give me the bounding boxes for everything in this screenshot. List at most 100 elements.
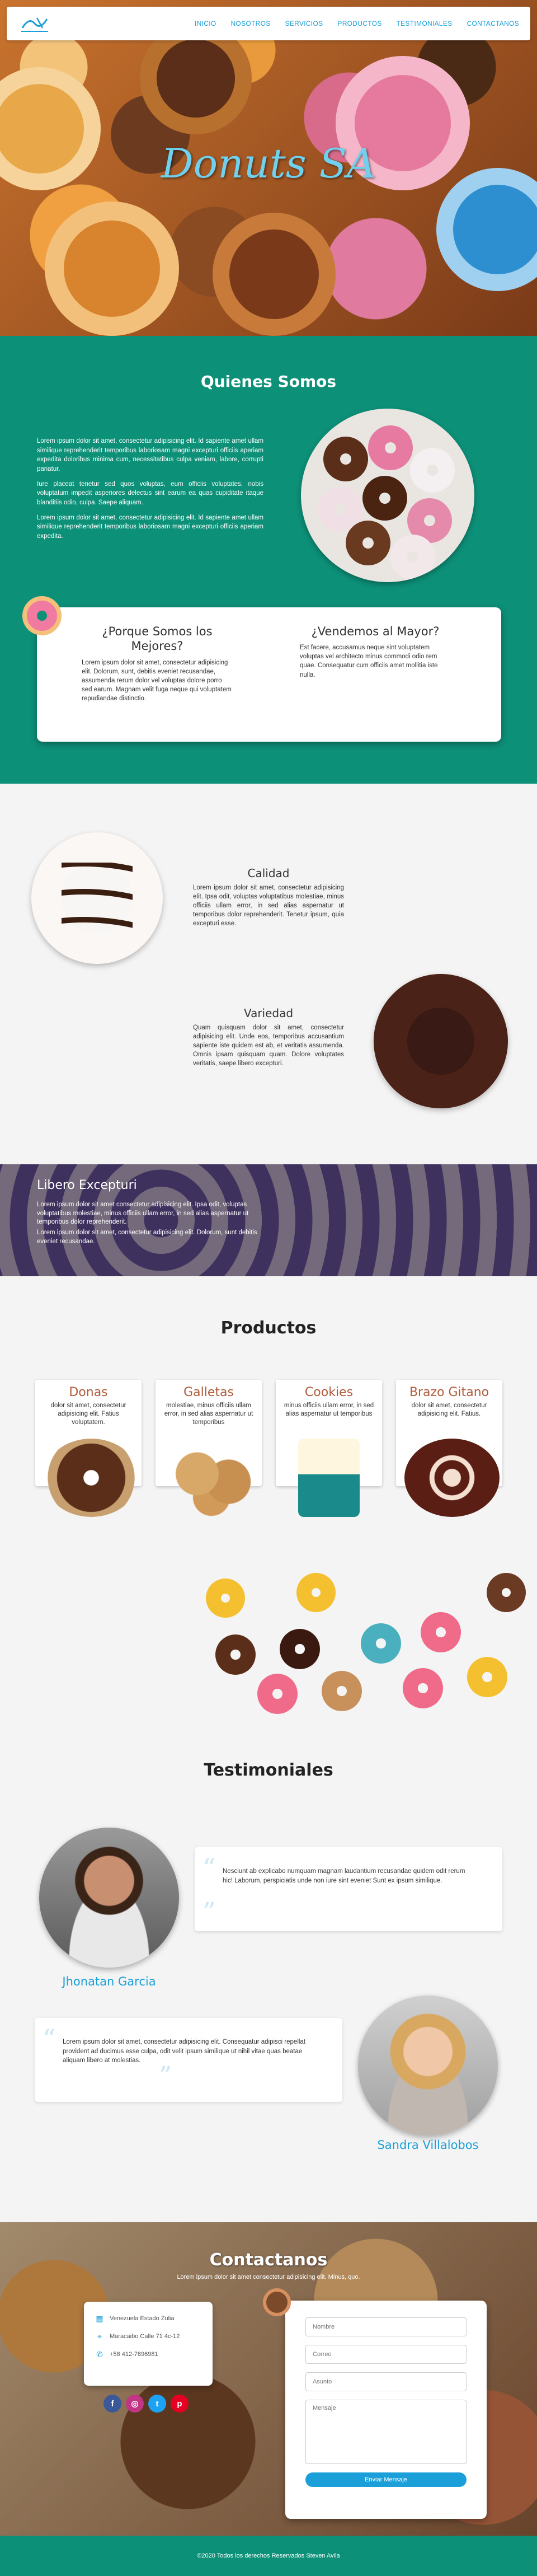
product-card-donas[interactable]: Donas dolor sit amet, consectetur adipis… bbox=[35, 1380, 142, 1517]
chocolate-donut-icon bbox=[263, 2288, 291, 2316]
building-icon: ▦ bbox=[96, 2314, 103, 2323]
product-desc: minus officiis ullam error, in sed alias… bbox=[284, 1402, 374, 1417]
variety-title: Variedad bbox=[243, 1006, 294, 1020]
why-best-title: ¿Porque Somos los Mejores? bbox=[102, 625, 213, 653]
nav-link-servicios[interactable]: SERVICIOS bbox=[285, 20, 323, 27]
nav-link-nosotros[interactable]: NOSOTROS bbox=[230, 20, 270, 27]
product-name: Donas bbox=[69, 1385, 108, 1399]
white-donut-image bbox=[31, 832, 163, 964]
send-message-button[interactable]: Enviar Mensaje bbox=[305, 2472, 467, 2487]
testimonial-quote: “ Lorem ipsum dolor sit amet, consectetu… bbox=[35, 2018, 342, 2102]
product-desc: dolor sit amet, consectetur adipisicing … bbox=[411, 1402, 487, 1417]
avatar-jhonatan bbox=[39, 1828, 179, 1968]
email-input[interactable] bbox=[305, 2345, 467, 2364]
product-image-donas bbox=[44, 1439, 139, 1517]
twitter-icon[interactable]: t bbox=[148, 2395, 166, 2413]
plate-donut bbox=[390, 535, 435, 579]
info-row-state: ▦ Venezuela Estado Zulia bbox=[95, 2314, 201, 2323]
chocolate-drizzle-icon bbox=[62, 863, 133, 928]
info-row-phone: ✆ +58 412-7896981 bbox=[95, 2350, 201, 2359]
testimonials-title: Testimoniales bbox=[204, 1760, 333, 1780]
product-image-cupcake bbox=[298, 1439, 360, 1517]
message-textarea[interactable] bbox=[305, 2400, 467, 2464]
info-address-1: Venezuela Estado Zulia bbox=[110, 2315, 175, 2322]
name-input[interactable] bbox=[305, 2317, 467, 2336]
banner-section: Libero Excepturi Lorem ipsum dolor sit a… bbox=[0, 1164, 537, 1276]
page: Donuts SA INICIO NOSOTROS SERVICIOS PROD… bbox=[0, 0, 537, 2576]
nav-link-inicio[interactable]: INICIO bbox=[195, 20, 216, 27]
subject-input[interactable] bbox=[305, 2372, 467, 2391]
open-quote-icon: “ bbox=[43, 2024, 56, 2054]
variety-block: Variedad Quam quisquam dolor sit amet, c… bbox=[193, 1006, 344, 1068]
quality-text: Lorem ipsum dolor sit amet, consectetur … bbox=[193, 884, 344, 928]
floating-donut bbox=[403, 1668, 443, 1708]
testimonial-text: Lorem ipsum dolor sit amet, consectetur … bbox=[63, 2039, 306, 2064]
banner-text: Lorem ipsum dolor sit amet, consectetur … bbox=[37, 1229, 257, 1245]
product-image-brazo-gitano bbox=[404, 1439, 500, 1517]
instagram-icon[interactable]: ◎ bbox=[126, 2395, 144, 2413]
floating-donut bbox=[322, 1671, 362, 1711]
quality-block: Calidad Lorem ipsum dolor sit amet, cons… bbox=[193, 867, 344, 928]
about-paragraph: Lorem ipsum dolor sit amet, consectetur … bbox=[37, 514, 263, 540]
why-best-column: ¿Porque Somos los Mejores? Lorem ipsum d… bbox=[82, 624, 233, 703]
plate-donut bbox=[362, 476, 407, 521]
testimonial-name: Sandra Villalobos bbox=[377, 2138, 479, 2152]
floating-donut bbox=[280, 1629, 320, 1669]
open-quote-icon: “ bbox=[202, 1853, 216, 1883]
product-desc: dolor sit amet, consectetur adipisicing … bbox=[50, 1402, 126, 1426]
nav-link-testimoniales[interactable]: TESTIMONIALES bbox=[397, 20, 453, 27]
floating-donut bbox=[421, 1612, 461, 1652]
why-best-text: Lorem ipsum dolor sit amet, consectetur … bbox=[82, 659, 232, 702]
about-title: Quienes Somos bbox=[200, 372, 337, 391]
floating-donut bbox=[206, 1579, 245, 1618]
social-links: f ◎ t p bbox=[103, 2395, 189, 2413]
testimonials-section: Testimoniales Jhonatan Garcia “ Nesciunt… bbox=[0, 1735, 537, 2222]
phone-icon: ✆ bbox=[96, 2350, 103, 2359]
hero-section: Donuts SA bbox=[0, 0, 537, 336]
plate-donut bbox=[323, 437, 368, 481]
product-card-galletas[interactable]: Galletas molestiae, minus officiis ullam… bbox=[156, 1380, 262, 1517]
floating-donut bbox=[257, 1674, 298, 1714]
wholesale-title: ¿Vendemos al Mayor? bbox=[311, 625, 440, 638]
quality-title: Calidad bbox=[247, 867, 290, 880]
contact-subtitle: Lorem ipsum dolor sit amet consectetur a… bbox=[177, 2274, 360, 2280]
why-us-card: ¿Porque Somos los Mejores? Lorem ipsum d… bbox=[37, 607, 501, 742]
wholesale-text: Est facere, accusamus neque sint volupta… bbox=[300, 644, 438, 678]
features-section: Calidad Lorem ipsum dolor sit amet, cons… bbox=[0, 784, 537, 1164]
plate-donut bbox=[368, 425, 413, 470]
floating-donut bbox=[361, 1623, 401, 1664]
product-card-cookies[interactable]: Cookies minus officiis ullam error, in s… bbox=[276, 1380, 382, 1517]
info-row-address: ⌖ Maracaibo Calle 71 4c-12 bbox=[95, 2332, 201, 2341]
product-name: Cookies bbox=[304, 1385, 354, 1399]
plate-donut bbox=[410, 448, 455, 493]
contact-title: Contactanos bbox=[209, 2250, 328, 2270]
products-title: Productos bbox=[220, 1318, 317, 1338]
nav-menu: INICIO NOSOTROS SERVICIOS PRODUCTOS TEST… bbox=[195, 20, 519, 27]
logo-icon[interactable] bbox=[18, 11, 51, 36]
product-name: Galletas bbox=[183, 1385, 234, 1399]
footer: ©2020 Todos los derechos Reservados Stev… bbox=[0, 2536, 537, 2576]
about-paragraph: Lorem ipsum dolor sit amet, consectetur … bbox=[37, 438, 263, 473]
location-pin-icon: ⌖ bbox=[97, 2332, 102, 2341]
nav-link-productos[interactable]: PRODUCTOS bbox=[337, 20, 381, 27]
testimonial-name: Jhonatan Garcia bbox=[62, 1975, 156, 1988]
about-section: Quienes Somos Lorem ipsum dolor sit amet… bbox=[0, 336, 537, 784]
facebook-icon[interactable]: f bbox=[103, 2395, 121, 2413]
hero-title: Donuts SA bbox=[161, 140, 376, 187]
info-phone: +58 412-7896981 bbox=[110, 2351, 158, 2358]
floating-donut bbox=[296, 1573, 336, 1612]
product-card-brazo-gitano[interactable]: Brazo Gitano dolor sit amet, consectetur… bbox=[396, 1380, 502, 1517]
about-text: Lorem ipsum dolor sit amet, consectetur … bbox=[37, 437, 263, 547]
product-desc: molestiae, minus officiis ullam error, i… bbox=[164, 1402, 253, 1426]
chocolate-sprinkle-donut-image bbox=[374, 974, 508, 1108]
avatar-sandra bbox=[358, 1996, 498, 2135]
contact-section: Contactanos Lorem ipsum dolor sit amet c… bbox=[0, 2222, 537, 2536]
pinterest-icon[interactable]: p bbox=[171, 2395, 189, 2413]
floating-donut bbox=[215, 1634, 256, 1675]
testimonial-quote: “ Nesciunt ab explicabo numquam magnam l… bbox=[195, 1847, 502, 1931]
contact-form: Enviar Mensaje bbox=[285, 2301, 487, 2519]
product-image-galletas bbox=[164, 1439, 259, 1517]
nav-link-contactanos[interactable]: CONTACTANOS bbox=[467, 20, 519, 27]
pink-donut-icon bbox=[22, 596, 62, 635]
about-paragraph: Iure placeat tenetur sed quos voluptas, … bbox=[37, 480, 263, 507]
